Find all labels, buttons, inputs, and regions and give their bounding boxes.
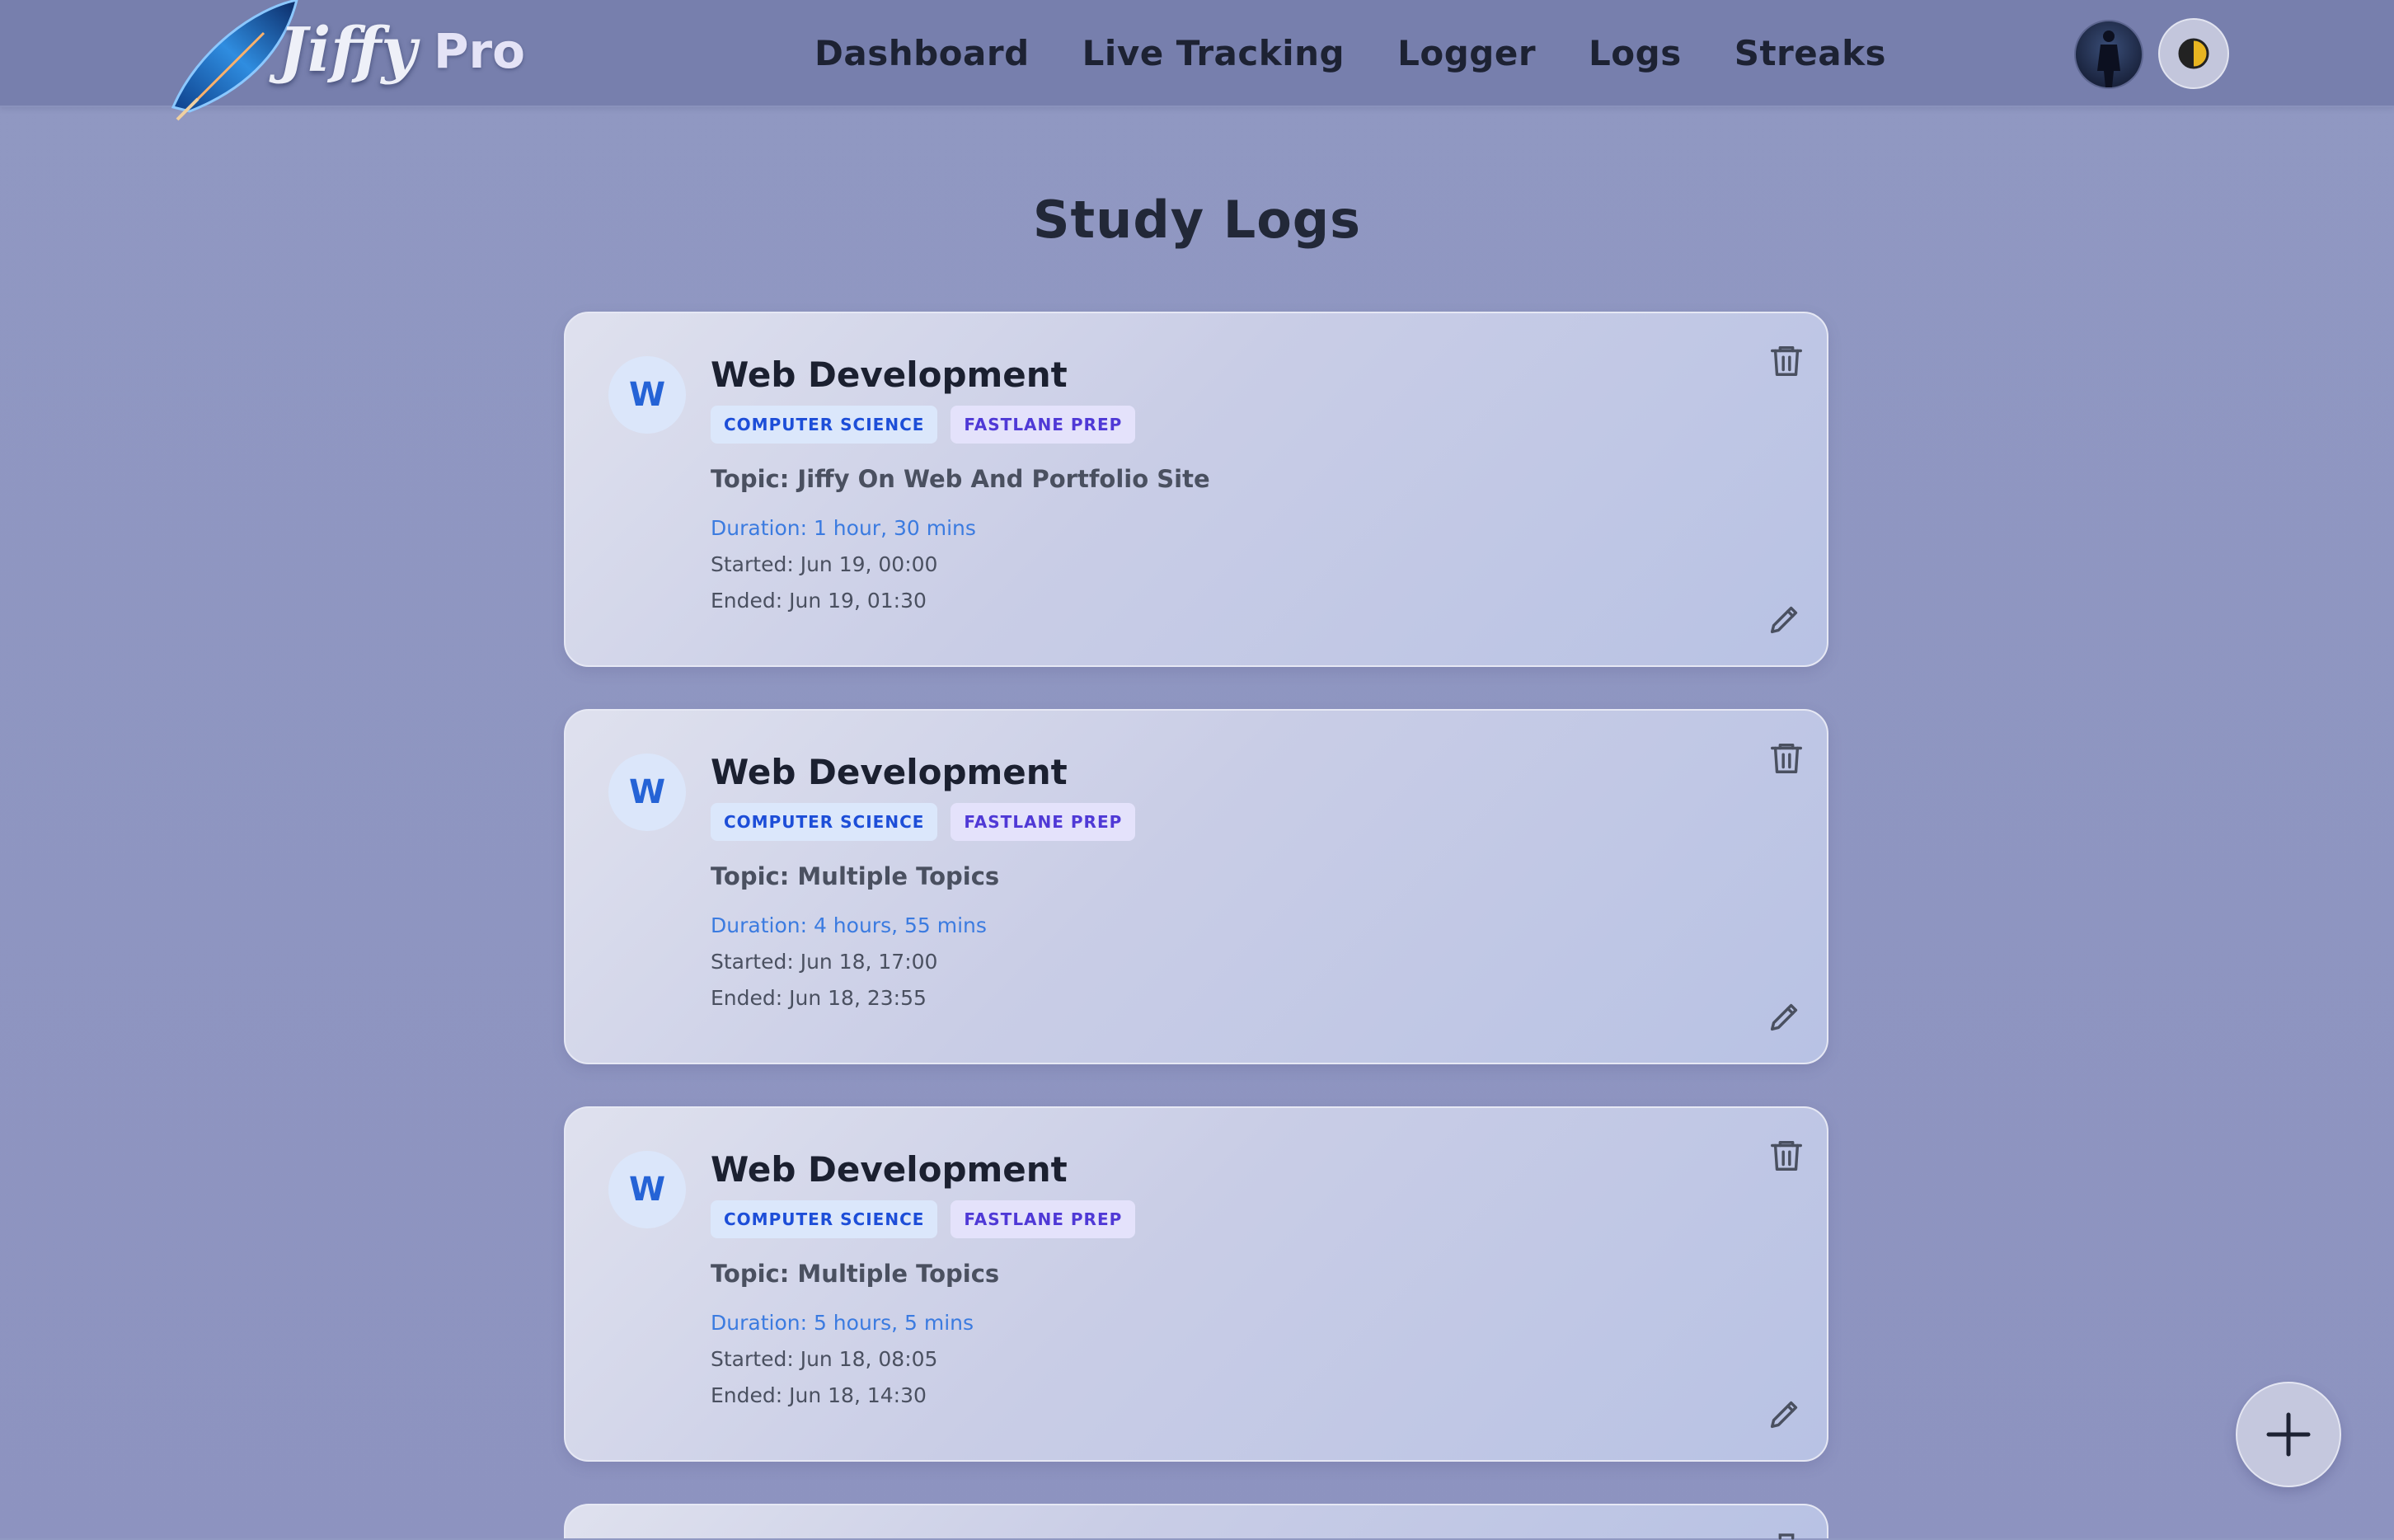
log-card-partial <box>564 1504 1828 1540</box>
nav-logger[interactable]: Logger <box>1397 25 1536 82</box>
nav-live-tracking[interactable]: Live Tracking <box>1082 25 1345 82</box>
nav-streaks[interactable]: Streaks <box>1734 25 1886 82</box>
log-started: Started: Jun 18, 17:00 <box>711 950 938 974</box>
log-card: W Web Development COMPUTER SCIENCE FASTL… <box>564 709 1828 1064</box>
log-started: Started: Jun 18, 08:05 <box>711 1347 938 1371</box>
tag-list: COMPUTER SCIENCE FASTLANE PREP <box>711 406 1148 444</box>
log-ended: Ended: Jun 19, 01:30 <box>711 589 927 613</box>
nav-logs[interactable]: Logs <box>1589 25 1682 82</box>
tag-badge: FASTLANE PREP <box>951 406 1136 444</box>
tag-badge: COMPUTER SCIENCE <box>711 1200 938 1238</box>
log-duration: Duration: 1 hour, 30 mins <box>711 516 976 540</box>
tag-list: COMPUTER SCIENCE FASTLANE PREP <box>711 803 1148 841</box>
trash-icon[interactable] <box>1767 739 1805 777</box>
subject-title: Web Development <box>711 752 1068 792</box>
log-ended: Ended: Jun 18, 23:55 <box>711 986 927 1010</box>
tag-list: COMPUTER SCIENCE FASTLANE PREP <box>711 1200 1148 1238</box>
top-navigation-bar: Jiffy Pro Dashboard Live Tracking Logger… <box>0 0 2394 121</box>
brand-logo[interactable]: Jiffy Pro <box>165 0 544 124</box>
half-moon-icon <box>2178 38 2209 69</box>
log-duration: Duration: 5 hours, 5 mins <box>711 1311 974 1335</box>
log-topic: Topic: Multiple Topics <box>711 862 1000 890</box>
add-log-button[interactable] <box>2236 1382 2341 1487</box>
user-silhouette-icon <box>2097 31 2120 87</box>
trash-icon[interactable] <box>1767 341 1805 379</box>
subject-avatar: W <box>608 754 686 831</box>
subject-avatar: W <box>608 1151 686 1228</box>
subject-title: Web Development <box>711 354 1068 395</box>
page-title: Study Logs <box>1032 190 1362 250</box>
log-topic: Topic: Jiffy On Web And Portfolio Site <box>711 465 1210 493</box>
log-ended: Ended: Jun 18, 14:30 <box>711 1383 927 1407</box>
tag-badge: FASTLANE PREP <box>951 803 1136 841</box>
pencil-icon[interactable] <box>1766 1395 1804 1433</box>
main-nav: Dashboard Live Tracking Logger Logs Stre… <box>814 25 1939 82</box>
subject-title: Web Development <box>711 1149 1068 1190</box>
tag-badge: COMPUTER SCIENCE <box>711 406 938 444</box>
brand-name: Jiffy <box>279 15 417 86</box>
subject-avatar: W <box>608 356 686 434</box>
log-card: W Web Development COMPUTER SCIENCE FASTL… <box>564 1106 1828 1462</box>
pencil-icon[interactable] <box>1766 600 1804 638</box>
plus-icon <box>2266 1412 2311 1457</box>
nav-dashboard[interactable]: Dashboard <box>814 25 1030 82</box>
log-duration: Duration: 4 hours, 55 mins <box>711 913 987 937</box>
pencil-icon[interactable] <box>1766 998 1804 1035</box>
tag-badge: FASTLANE PREP <box>951 1200 1136 1238</box>
user-avatar[interactable] <box>2074 20 2143 89</box>
brand-tier: Pro <box>434 23 525 79</box>
theme-toggle-button[interactable] <box>2158 18 2229 89</box>
trash-icon[interactable] <box>1767 1136 1805 1174</box>
tag-badge: COMPUTER SCIENCE <box>711 803 938 841</box>
log-topic: Topic: Multiple Topics <box>711 1260 1000 1288</box>
log-card: W Web Development COMPUTER SCIENCE FASTL… <box>564 312 1828 667</box>
log-started: Started: Jun 19, 00:00 <box>711 552 938 576</box>
